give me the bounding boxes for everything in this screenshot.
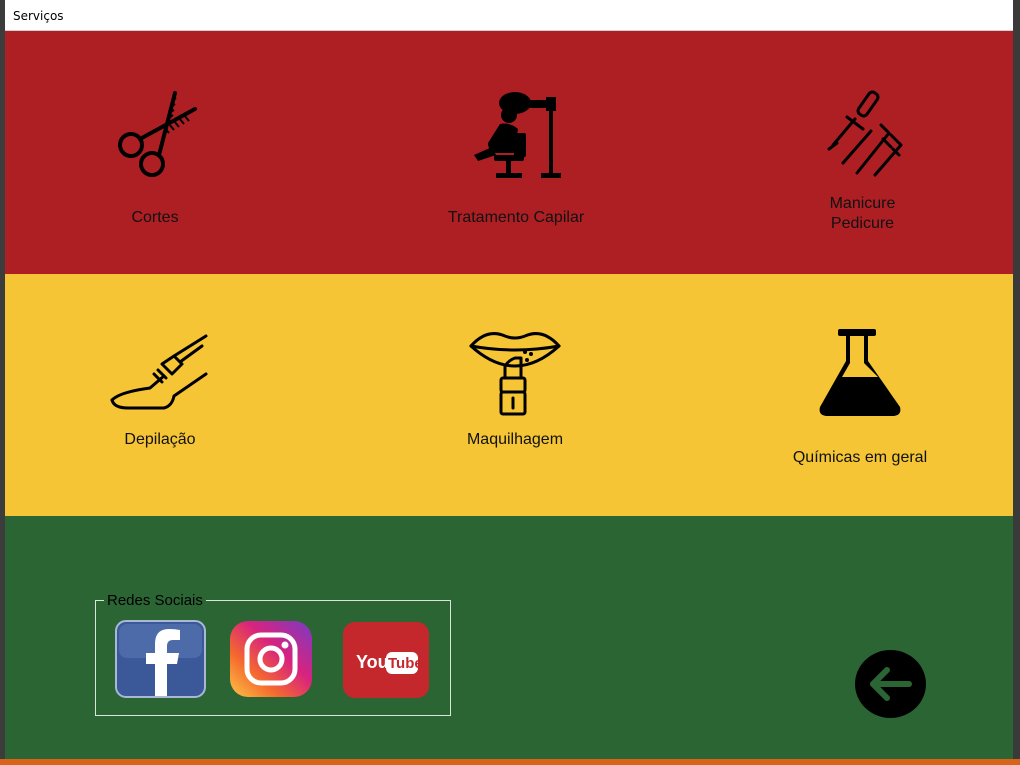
service-cortes-label: Cortes	[131, 209, 179, 226]
window-titlebar[interactable]: Serviços	[5, 0, 1013, 31]
instagram-button[interactable]	[229, 620, 313, 703]
service-maquilhagem[interactable]: Maquilhagem	[435, 326, 595, 450]
window-title: Serviços	[13, 9, 64, 23]
service-manicure-label: Manicure	[829, 195, 896, 212]
service-tratamento-label: Tratamento Capilar	[447, 209, 585, 226]
facebook-button[interactable]	[115, 620, 206, 703]
service-cortes[interactable]: Cortes	[105, 89, 205, 228]
service-pedicure-label: Pedicure	[830, 215, 895, 232]
hair-dryer-chair-icon	[474, 92, 561, 178]
flask-icon	[819, 329, 901, 416]
services-window: Serviços Cortes Tratamento Capilar Manic…	[5, 0, 1013, 759]
service-maquilhagem-label: Maquilhagem	[466, 431, 564, 448]
services-row-top: Cortes Tratamento Capilar Manicure Pedic…	[5, 31, 1013, 274]
leg-razor-icon	[110, 334, 208, 410]
facebook-icon	[115, 620, 206, 698]
social-networks-legend: Redes Sociais	[104, 592, 206, 609]
footer-area: Redes Sociais You Tube	[5, 516, 1013, 759]
lips-lipstick-icon	[469, 332, 561, 416]
youtube-icon: You Tube	[343, 622, 429, 698]
youtube-button[interactable]: You Tube	[342, 621, 430, 704]
service-quimicas-label: Químicas em geral	[792, 449, 928, 466]
back-button[interactable]	[855, 650, 926, 718]
youtube-logo-you: You	[356, 652, 389, 672]
instagram-icon	[230, 621, 312, 697]
service-manicure-pedicure[interactable]: Manicure Pedicure	[805, 89, 920, 234]
background-desktop-right	[1013, 0, 1020, 765]
nail-polish-icon	[827, 90, 902, 177]
service-depilacao[interactable]: Depilação	[110, 334, 210, 450]
service-tratamento-capilar[interactable]: Tratamento Capilar	[426, 89, 606, 228]
services-row-middle: Depilação Maquilhagem Químicas em geral	[5, 274, 1013, 516]
youtube-logo-tube: Tube	[388, 655, 423, 672]
scissors-icon	[118, 91, 197, 177]
service-depilacao-label: Depilação	[124, 431, 196, 448]
background-desktop-bottom	[0, 759, 1020, 765]
service-quimicas[interactable]: Químicas em geral	[775, 327, 945, 468]
social-networks-group: Redes Sociais You Tube	[95, 592, 451, 716]
arrow-left-icon	[870, 667, 912, 701]
